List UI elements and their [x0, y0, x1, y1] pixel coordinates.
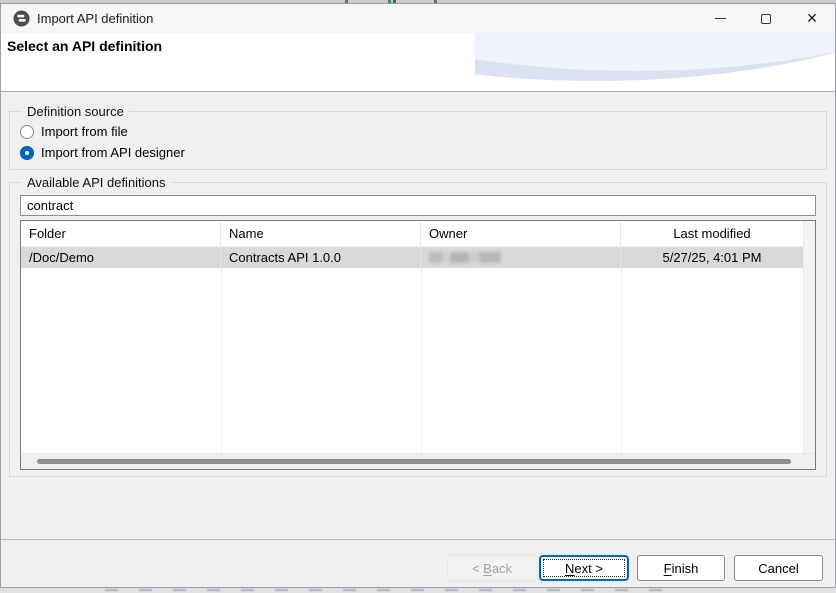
table-header-row: Folder Name Owner Last modified [21, 221, 803, 247]
cell-name: Contracts API 1.0.0 [221, 247, 421, 268]
cell-owner [421, 247, 621, 268]
column-header-last-modified[interactable]: Last modified [621, 221, 803, 246]
title-bar[interactable]: Import API definition ✕ [1, 4, 835, 33]
maximize-button[interactable] [743, 4, 789, 33]
page-title: Select an API definition [7, 38, 162, 54]
definition-source-legend: Definition source [22, 103, 129, 120]
radio-import-from-file[interactable]: Import from file [20, 121, 814, 142]
horizontal-scrollbar-track[interactable] [21, 453, 815, 469]
radio-import-from-api-designer[interactable]: Import from API designer [20, 142, 814, 163]
radio-label: Import from file [41, 124, 128, 139]
window-title: Import API definition [37, 4, 153, 33]
horizontal-scrollbar-thumb[interactable] [37, 459, 791, 464]
radio-on-icon[interactable] [20, 146, 34, 160]
import-api-definition-dialog: Import API definition ✕ Select an API de… [0, 3, 836, 588]
vertical-scrollbar-track[interactable] [803, 221, 815, 453]
filter-input[interactable] [20, 195, 816, 216]
finish-button[interactable]: Finish [637, 555, 725, 581]
radio-off-icon[interactable] [20, 125, 34, 139]
next-button[interactable]: Next > [539, 555, 629, 581]
back-button: < Back [447, 555, 537, 581]
close-button[interactable]: ✕ [789, 4, 835, 33]
column-header-folder[interactable]: Folder [21, 221, 221, 246]
header-swoosh-decoration [475, 33, 835, 85]
api-definitions-table: Folder Name Owner Last modified /Doc/Dem… [20, 220, 816, 470]
wizard-header: Select an API definition [1, 33, 835, 92]
owner-redacted-blur [429, 252, 501, 263]
maximize-icon [761, 14, 771, 24]
background-window-sliver-bottom [0, 588, 836, 593]
available-api-definitions-group: Available API definitions Folder Name Ow… [9, 182, 827, 477]
column-header-name[interactable]: Name [221, 221, 421, 246]
minimize-button[interactable] [697, 4, 743, 33]
radio-label: Import from API designer [41, 145, 185, 160]
available-api-definitions-legend: Available API definitions [22, 174, 171, 191]
column-header-owner[interactable]: Owner [421, 221, 621, 246]
button-bar-divider [1, 539, 835, 540]
cell-last-modified: 5/27/25, 4:01 PM [621, 247, 803, 268]
minimize-icon [715, 18, 726, 19]
definition-source-group: Definition source Import from file Impor… [9, 111, 827, 170]
app-logo-icon [13, 10, 30, 27]
close-icon: ✕ [806, 10, 818, 27]
table-row-selected[interactable]: /Doc/Demo Contracts API 1.0.0 5/27/25, 4… [21, 247, 803, 268]
cell-folder: /Doc/Demo [21, 247, 221, 268]
cancel-button[interactable]: Cancel [734, 555, 823, 581]
